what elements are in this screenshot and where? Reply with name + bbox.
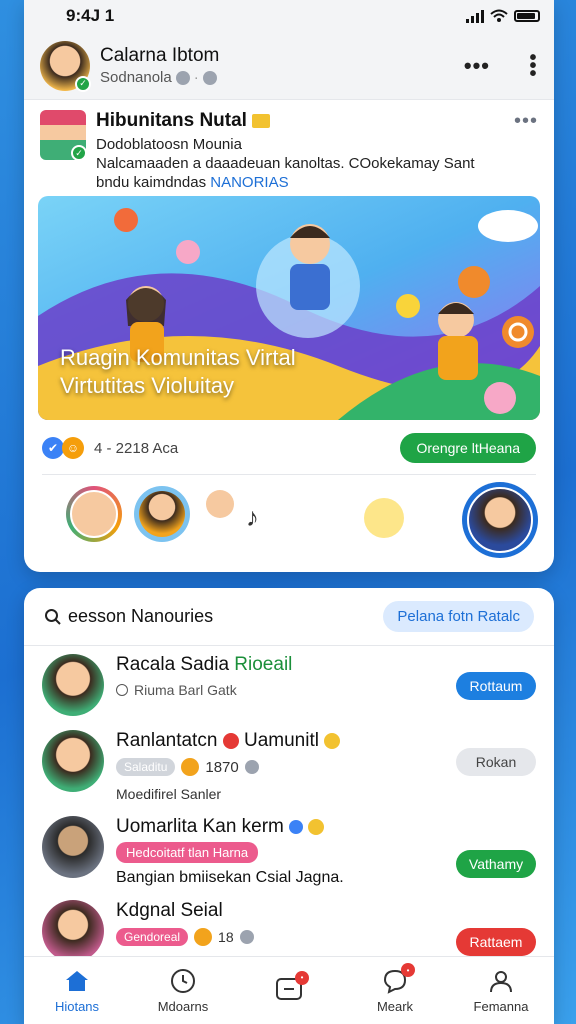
nav-label: Mdoarns (157, 999, 209, 1014)
folder-icon (252, 113, 271, 128)
post-title: Hibunitans Nutal (96, 110, 247, 131)
list-item[interactable]: Ranlantatcn Uamunitl Saladitu 1870 Moedif… (42, 730, 536, 814)
feed-card: 9:4J 1 ✓ Calarna Ibtom Sodnanola · ••• • •… (24, 0, 554, 572)
post-body: Dodoblatoosn Mounia Nalcamaaden a daaade… (96, 135, 514, 192)
profile-subtitle: Sodnanola (100, 69, 172, 86)
divider (42, 474, 536, 475)
friends-header: eesson Nanouries Pelana fotn Ratalc (24, 588, 554, 646)
list-item[interactable]: Kdgnal Seial Gendoreal 18 Rattaem (42, 900, 536, 962)
badge-icon (175, 70, 190, 85)
verified-check-icon: ✓ (71, 145, 87, 161)
nav-messages[interactable]: • Meark (342, 957, 448, 1024)
video-icon: • (275, 970, 309, 1003)
more-options-icon[interactable]: ••• (464, 53, 490, 79)
friend-name: Ranlantatcn (116, 730, 218, 751)
smile-icon (324, 732, 341, 749)
home-icon (63, 967, 91, 995)
friend-action-button[interactable]: Rottaum (456, 672, 536, 700)
badge-icon (244, 760, 259, 774)
chat-icon: • (381, 963, 415, 995)
badge-icon (239, 930, 254, 944)
community-banner[interactable]: Ruagin Komunitas Virtal Virtutitas Violu… (38, 196, 540, 420)
nav-label: Hiotans (54, 999, 100, 1014)
hashtag-link[interactable]: NANORIAS (210, 174, 288, 191)
friend-avatar[interactable] (42, 900, 104, 962)
music-note-icon: ♪ (246, 502, 259, 532)
vertical-menu-icon[interactable]: • • • (528, 48, 538, 84)
status-time: 9:4J 1 (66, 6, 115, 25)
friend-count: 1870 (205, 758, 239, 776)
friend-subtitle: Riuma Barl Gatk (134, 682, 237, 698)
nav-home[interactable]: Hiotans (24, 957, 130, 1024)
bottom-nav: Hiotans Mdoarns • • Meark Femanna (24, 956, 554, 1024)
story-avatar-featured[interactable] (462, 482, 538, 558)
smile-icon (308, 818, 325, 835)
banner-title: Ruagin Komunitas Virtal Virtutitas Violu… (60, 344, 296, 400)
friends-header-button[interactable]: Pelana fotn Ratalc (383, 601, 534, 632)
list-item[interactable]: Uomarlita Kan kerm Hedcoitatf tlan Harna… (42, 816, 536, 886)
reaction-count: 4 - 2218 Aca (94, 439, 179, 457)
join-community-button[interactable]: Orengre ltHeana (400, 433, 536, 463)
friend-name: Uomarlita Kan kerm (116, 816, 284, 837)
nav-label: Meark (376, 999, 414, 1014)
clock-icon (116, 684, 128, 696)
friend-name: Racala Sadia (116, 654, 235, 675)
friend-name-suffix: Uamunitl (243, 730, 319, 751)
nav-label: Femanna (473, 999, 529, 1014)
friend-count: 18 (218, 929, 234, 945)
friend-action-button[interactable]: Rokan (456, 748, 536, 776)
post-line: Dodoblatoosn Mounia (96, 136, 242, 153)
profile-avatar[interactable]: ✓ (40, 40, 91, 92)
status-badge: Gendoreal (116, 928, 189, 946)
post-header: ✓ Hibunitans Nutal Dodoblatoosn Mounia N… (24, 100, 554, 192)
profile-name[interactable]: Calarna Ibtom (100, 45, 464, 67)
status-badge: Hedcoitatf tlan Harna (116, 842, 259, 863)
clock-icon (169, 967, 197, 995)
coin-icon (194, 928, 213, 946)
search-icon[interactable] (44, 608, 62, 626)
profile-header: ✓ Calarna Ibtom Sodnanola · ••• • • • (24, 32, 554, 100)
friends-title: eesson Nanouries (68, 606, 214, 626)
friend-action-button[interactable]: Vathamy (456, 850, 536, 878)
reaction-bar: ✔ ☺ 4 - 2218 Aca Orengre ltHeana (42, 430, 536, 466)
post-author-avatar[interactable]: ✓ (40, 110, 87, 161)
nav-profile[interactable]: Femanna (448, 957, 554, 1024)
battery-icon (514, 10, 540, 22)
friend-action-button[interactable]: Rattaem (456, 928, 536, 956)
status-bar: 9:4J 1 (24, 0, 554, 32)
friends-card: eesson Nanouries Pelana fotn Ratalc Raca… (24, 588, 554, 1024)
status-badge: Saladitu (116, 758, 176, 776)
friend-avatar[interactable] (42, 816, 104, 878)
smile-reaction-icon[interactable]: ☺ (62, 437, 84, 459)
notification-badge: • (295, 970, 309, 985)
like-reaction-icon[interactable]: ✔ (42, 437, 64, 459)
post-line: Nalcamaaden a daaadeuan kanoltas. COokek… (96, 155, 475, 172)
wifi-icon (490, 9, 508, 22)
notification-badge: • (401, 963, 415, 977)
story-avatar[interactable] (206, 490, 234, 518)
story-avatar[interactable] (364, 498, 404, 538)
coin-icon (181, 758, 200, 776)
friend-name-accent: Rioeail (234, 654, 293, 675)
nav-history[interactable]: Mdoarns (130, 957, 236, 1024)
verified-check-icon: ✓ (75, 75, 91, 92)
profile-icon (487, 967, 515, 995)
friend-name: Kdgnal Seial (116, 900, 223, 921)
story-avatar[interactable] (66, 486, 122, 542)
emoji-icon (222, 732, 239, 749)
friend-extra: Moedifirel Sanler (116, 786, 222, 802)
post-more-icon[interactable]: ••• (514, 110, 538, 192)
banner-line: Ruagin Komunitas Virtal (60, 345, 296, 370)
post-line: bndu kaimdndas (96, 174, 211, 191)
list-item[interactable]: Racala Sadia Rioeail Riuma Barl Gatk Rot… (42, 654, 536, 720)
friend-avatar[interactable] (42, 730, 104, 792)
badge-icon (202, 70, 217, 85)
nav-video[interactable]: • (236, 957, 342, 1024)
stories-row: ♪ (64, 482, 544, 558)
friend-avatar[interactable] (42, 654, 104, 716)
story-avatar[interactable] (134, 486, 190, 542)
signal-icon (466, 9, 484, 23)
banner-line: Virtutitas Violuitay (60, 373, 235, 398)
verified-icon (289, 819, 304, 834)
